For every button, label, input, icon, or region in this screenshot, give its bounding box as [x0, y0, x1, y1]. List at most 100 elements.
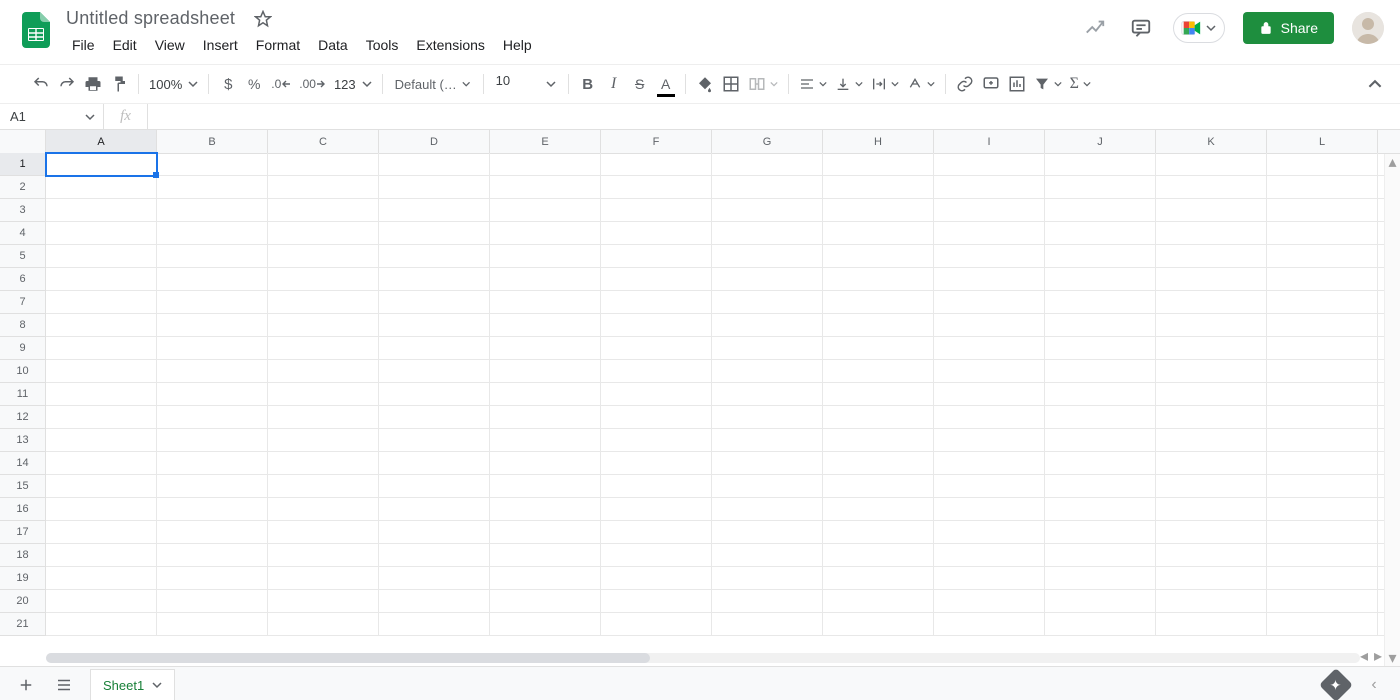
- menu-edit[interactable]: Edit: [105, 33, 145, 57]
- cell[interactable]: [934, 268, 1045, 291]
- cell[interactable]: [601, 521, 712, 544]
- cell[interactable]: [490, 544, 601, 567]
- cell[interactable]: [46, 360, 157, 383]
- cell[interactable]: [601, 314, 712, 337]
- cell[interactable]: [712, 268, 823, 291]
- cell[interactable]: [490, 314, 601, 337]
- cell[interactable]: [1156, 245, 1267, 268]
- cell[interactable]: [157, 590, 268, 613]
- cell[interactable]: [712, 498, 823, 521]
- cell[interactable]: [268, 590, 379, 613]
- cell[interactable]: [46, 245, 157, 268]
- cell[interactable]: [490, 337, 601, 360]
- cell[interactable]: [1156, 429, 1267, 452]
- row-header[interactable]: 16: [0, 498, 46, 521]
- scroll-up-icon[interactable]: ▴: [1385, 154, 1400, 170]
- cell[interactable]: [823, 314, 934, 337]
- cell[interactable]: [157, 613, 268, 636]
- cell[interactable]: [1045, 199, 1156, 222]
- cell[interactable]: [1156, 199, 1267, 222]
- cell[interactable]: [157, 222, 268, 245]
- cell[interactable]: [490, 222, 601, 245]
- paint-format-button[interactable]: [106, 71, 132, 97]
- row-header[interactable]: 1: [0, 153, 46, 176]
- cell[interactable]: [379, 383, 490, 406]
- cell[interactable]: [1156, 291, 1267, 314]
- cell[interactable]: [712, 199, 823, 222]
- row-header[interactable]: 13: [0, 429, 46, 452]
- cell[interactable]: [934, 337, 1045, 360]
- row-header[interactable]: 12: [0, 406, 46, 429]
- cell[interactable]: [823, 383, 934, 406]
- cell[interactable]: [1045, 498, 1156, 521]
- add-sheet-button[interactable]: [14, 673, 38, 697]
- cell[interactable]: [823, 199, 934, 222]
- row-header[interactable]: 10: [0, 360, 46, 383]
- cell[interactable]: [934, 590, 1045, 613]
- cell[interactable]: [157, 360, 268, 383]
- cell[interactable]: [712, 360, 823, 383]
- cell[interactable]: [712, 176, 823, 199]
- cell[interactable]: [823, 268, 934, 291]
- row-header[interactable]: 9: [0, 337, 46, 360]
- italic-button[interactable]: I: [601, 71, 627, 97]
- cell[interactable]: [157, 383, 268, 406]
- document-title[interactable]: Untitled spreadsheet: [60, 6, 241, 31]
- select-all-corner[interactable]: [0, 130, 46, 154]
- cell[interactable]: [268, 314, 379, 337]
- menu-extensions[interactable]: Extensions: [408, 33, 492, 57]
- cell[interactable]: [1267, 245, 1378, 268]
- meet-button[interactable]: [1173, 13, 1225, 43]
- column-header[interactable]: G: [712, 130, 823, 154]
- cell[interactable]: [601, 544, 712, 567]
- cell[interactable]: [1045, 452, 1156, 475]
- activity-icon[interactable]: [1081, 14, 1109, 42]
- cell[interactable]: [712, 245, 823, 268]
- cell[interactable]: [601, 498, 712, 521]
- insert-comment-button[interactable]: [978, 71, 1004, 97]
- increase-decimal-button[interactable]: .00: [295, 71, 330, 97]
- cell[interactable]: [1156, 360, 1267, 383]
- cell[interactable]: [268, 452, 379, 475]
- cell[interactable]: [601, 567, 712, 590]
- cell[interactable]: [157, 268, 268, 291]
- text-color-button[interactable]: A: [653, 71, 679, 97]
- scroll-left-icon[interactable]: ◂: [1360, 646, 1368, 666]
- cell[interactable]: [1267, 429, 1378, 452]
- collapse-toolbar-button[interactable]: [1362, 71, 1388, 97]
- row-header[interactable]: 14: [0, 452, 46, 475]
- cell[interactable]: [823, 498, 934, 521]
- cell[interactable]: [157, 176, 268, 199]
- comments-icon[interactable]: [1127, 14, 1155, 42]
- account-avatar[interactable]: [1352, 12, 1384, 44]
- cell[interactable]: [268, 475, 379, 498]
- cell[interactable]: [157, 475, 268, 498]
- cell[interactable]: [1267, 475, 1378, 498]
- column-header[interactable]: B: [157, 130, 268, 154]
- cell[interactable]: [823, 521, 934, 544]
- cell[interactable]: [268, 567, 379, 590]
- cell[interactable]: [1045, 337, 1156, 360]
- cell[interactable]: [490, 567, 601, 590]
- cell[interactable]: [601, 429, 712, 452]
- cell[interactable]: [1045, 383, 1156, 406]
- cell[interactable]: [490, 590, 601, 613]
- formula-input[interactable]: [148, 104, 1400, 129]
- cell[interactable]: [268, 291, 379, 314]
- cell[interactable]: [268, 544, 379, 567]
- format-currency-button[interactable]: $: [215, 71, 241, 97]
- cell[interactable]: [157, 199, 268, 222]
- cell[interactable]: [823, 613, 934, 636]
- print-button[interactable]: [80, 71, 106, 97]
- cell[interactable]: [46, 475, 157, 498]
- cell[interactable]: [46, 222, 157, 245]
- menu-view[interactable]: View: [147, 33, 193, 57]
- menu-format[interactable]: Format: [248, 33, 308, 57]
- cell[interactable]: [712, 383, 823, 406]
- cell[interactable]: [268, 521, 379, 544]
- font-size-dropdown[interactable]: [536, 71, 562, 97]
- cell[interactable]: [46, 544, 157, 567]
- name-box[interactable]: A1: [0, 104, 104, 130]
- font-size-input[interactable]: 10: [490, 71, 536, 97]
- menu-insert[interactable]: Insert: [195, 33, 246, 57]
